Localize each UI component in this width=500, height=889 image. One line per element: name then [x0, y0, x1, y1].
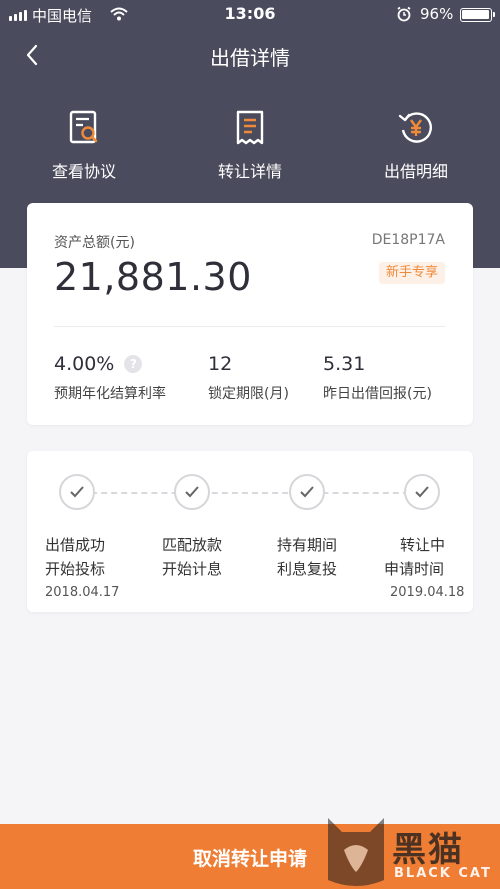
check-icon	[289, 474, 325, 510]
status-bar: 中国电信 13:06 96%	[0, 0, 500, 30]
step-subtitle: 申请时间	[384, 560, 445, 578]
step-title: 转让中	[400, 536, 446, 554]
page-title: 出借详情	[210, 46, 290, 70]
transfer-details-label: 转让详情	[217, 162, 282, 181]
check-icon	[174, 474, 210, 510]
battery-percent: 96%	[420, 5, 454, 23]
nav-bar: 出借详情	[0, 30, 500, 80]
quick-actions: 查看协议 转让详情 出借明细	[0, 108, 500, 188]
asset-total-value: 21,881.30	[54, 255, 252, 299]
help-icon[interactable]: ?	[124, 355, 143, 373]
stat-interest-rate: 4.00%? 预期年化结算利率	[54, 353, 166, 403]
yesterday-return-value: 5.31	[323, 353, 366, 375]
lock-period-label: 锁定期限(月)	[208, 386, 289, 402]
lock-period-value: 12	[208, 353, 233, 375]
progress-card: 出借成功 开始投标 2018.04.17 匹配放款 开始计息 持有期间 利息复投…	[27, 451, 473, 612]
step-subtitle: 开始投标	[45, 560, 106, 578]
cancel-transfer-button[interactable]: 取消转让申请	[0, 824, 500, 889]
step-date: 2019.04.18	[390, 585, 465, 600]
step-subtitle: 利息复投	[277, 560, 338, 578]
step-date: 2018.04.17	[45, 585, 120, 600]
asset-code: DE18P17A	[371, 232, 445, 248]
yesterday-return-label: 昨日出借回报(元)	[323, 386, 432, 402]
check-icon	[59, 474, 95, 510]
step-title: 出借成功	[45, 536, 106, 554]
document-search-icon	[69, 110, 98, 144]
lending-details-button[interactable]: 出借明细	[346, 108, 486, 182]
asset-total-label: 资产总额(元)	[54, 235, 135, 251]
cancel-transfer-label: 取消转让申请	[192, 848, 307, 870]
yen-refresh-icon	[398, 112, 432, 143]
newbie-badge: 新手专享	[378, 262, 445, 284]
check-icon	[404, 474, 440, 510]
alarm-icon	[397, 6, 411, 22]
interest-rate-value: 4.00%	[54, 353, 115, 375]
receipt-icon	[236, 110, 264, 145]
step-subtitle: 开始计息	[162, 560, 223, 578]
view-agreement-label: 查看协议	[51, 162, 116, 181]
step-title: 持有期间	[277, 536, 338, 554]
stat-lock-period: 12 锁定期限(月)	[208, 353, 289, 403]
view-agreement-button[interactable]: 查看协议	[14, 108, 154, 182]
stat-yesterday-return: 5.31 昨日出借回报(元)	[323, 353, 432, 403]
asset-summary-card: 资产总额(元) DE18P17A 21,881.30 新手专享 4.00%? 预…	[27, 203, 473, 425]
step-title: 匹配放款	[162, 536, 223, 554]
transfer-details-button[interactable]: 转让详情	[180, 108, 320, 182]
interest-rate-label: 预期年化结算利率	[54, 386, 166, 402]
lending-details-label: 出借明细	[383, 162, 448, 181]
battery-icon	[460, 8, 495, 22]
divider	[54, 326, 445, 327]
steps-connector	[81, 492, 419, 494]
